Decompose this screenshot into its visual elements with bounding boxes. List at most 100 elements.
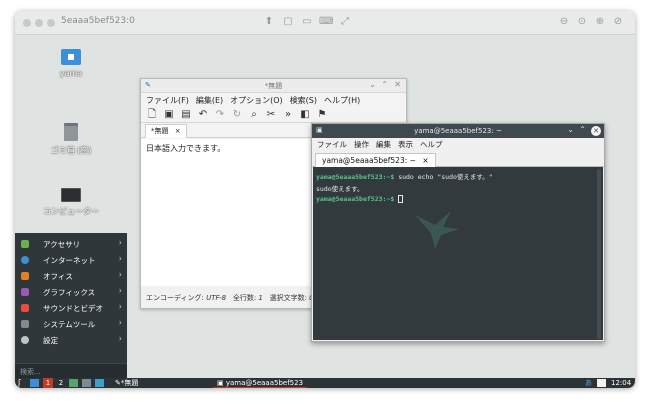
notification-icon[interactable]	[597, 379, 606, 387]
terminal-cursor	[398, 195, 404, 203]
minimize-traffic-light[interactable]	[35, 19, 43, 27]
start-menu: アクセサリ › インターネット › オフィス › グラフィックス › サウンドと…	[15, 233, 127, 378]
menu-category-graphics[interactable]: グラフィックス ›	[15, 284, 127, 300]
start-menu-icon[interactable]: ʃ	[18, 378, 21, 388]
bookmark-icon[interactable]: ⚑	[316, 109, 328, 121]
chevron-right-icon: ›	[118, 302, 122, 311]
task-editor[interactable]: ✎*無題	[115, 378, 138, 388]
menu-help[interactable]: ヘルプ	[420, 139, 443, 150]
menu-options[interactable]: オプション(O)	[230, 95, 283, 106]
editor-launcher-icon[interactable]	[95, 379, 104, 387]
zoom-reset-icon[interactable]: ⊘	[611, 15, 625, 29]
zoom-traffic-light[interactable]	[47, 19, 55, 27]
menu-category-sound-video[interactable]: サウンドとビデオ ›	[15, 300, 127, 316]
menu-category-label: オフィス	[43, 272, 73, 281]
tab-close-icon[interactable]: ×	[422, 156, 428, 165]
desktop-icon-label: yama	[59, 69, 83, 78]
replace-icon[interactable]: ✂	[265, 109, 277, 121]
graphics-icon	[21, 288, 29, 296]
system-tools-icon	[21, 320, 29, 328]
zoom-in-icon[interactable]: ⊕	[593, 15, 607, 29]
menu-search[interactable]: 検索(S)	[290, 95, 317, 106]
clock[interactable]: 12:04	[611, 378, 631, 388]
menu-category-label: サウンドとビデオ	[43, 304, 103, 313]
ime-indicator[interactable]: あ	[585, 378, 592, 388]
close-traffic-light[interactable]	[23, 19, 31, 27]
terminal-titlebar[interactable]: ▣ yama@5eaaa5bef523: ~ ⌄ ⌃ ✕	[312, 124, 604, 138]
internet-icon	[21, 256, 29, 264]
new-file-icon[interactable]: 🗋	[146, 109, 158, 121]
menu-edit[interactable]: 編集(E)	[196, 95, 223, 106]
show-desktop-icon[interactable]	[30, 379, 39, 387]
menu-category-internet[interactable]: インターネット ›	[15, 252, 127, 268]
chevron-right-icon: ›	[118, 254, 122, 263]
keyboard-icon[interactable]: ⌨	[319, 15, 333, 29]
chevron-right-icon: ›	[118, 270, 122, 279]
menu-category-office[interactable]: オフィス ›	[15, 268, 127, 284]
clipboard-icon[interactable]: ▢	[281, 15, 295, 29]
accessories-icon	[21, 240, 29, 248]
terminal-launcher-icon[interactable]	[82, 379, 91, 387]
reload-icon[interactable]: ↻	[231, 109, 243, 121]
editor-tab[interactable]: *無題 ×	[145, 124, 187, 138]
redo-icon[interactable]: ↷	[214, 109, 226, 121]
selection-label: 選択文字数:	[269, 294, 307, 302]
search-icon[interactable]: ⌕	[248, 109, 260, 121]
menu-file[interactable]: ファイル	[317, 139, 347, 150]
terminal-prompt: yama@5eaaa5bef523:~$	[316, 173, 395, 181]
maximize-icon[interactable]: ⌃	[579, 125, 586, 134]
screen-icon[interactable]: ▭	[300, 15, 314, 29]
undo-icon[interactable]: ↶	[197, 109, 209, 121]
menu-view[interactable]: 表示	[398, 139, 413, 150]
menu-category-label: 設定	[43, 336, 58, 345]
menu-search-input[interactable]: 検索...	[15, 363, 127, 378]
share-icon[interactable]: ⬆	[262, 15, 276, 29]
workspace-2-button[interactable]: 2	[56, 378, 66, 388]
lines-label: 全行数:	[232, 294, 257, 302]
encoding-value: UTF-8	[206, 294, 227, 302]
editor-title: *無題	[264, 82, 283, 90]
workspace-1-button[interactable]: 1	[43, 378, 53, 388]
desktop-icon-computer[interactable]: コンピューター	[26, 188, 116, 217]
open-folder-icon[interactable]: ▣	[163, 109, 175, 121]
menu-file[interactable]: ファイル(F)	[146, 95, 189, 106]
taskbar: ʃ 1 2 ✎*無題 ▣ yama@5eaaa5bef523 あ 12:04	[15, 378, 635, 388]
terminal-prompt: yama@5eaaa5bef523:~$	[316, 195, 395, 203]
terminal-output[interactable]: yama@5eaaa5bef523:~$ sudo echo "sudo使えます…	[313, 167, 603, 340]
menu-category-settings[interactable]: 設定 ›	[15, 332, 127, 348]
terminal-line: yama@5eaaa5bef523:~$ sudo echo "sudo使えます…	[316, 171, 493, 181]
settings-icon	[21, 336, 29, 344]
tab-close-icon[interactable]: ×	[175, 127, 181, 135]
desktop-icon-label: コンピューター	[43, 207, 99, 216]
zoom-out-icon[interactable]: ⊖	[557, 15, 571, 29]
terminal-tab-label: yama@5eaaa5bef523: ~	[322, 156, 416, 165]
close-icon[interactable]: ✕	[591, 126, 601, 136]
editor-toolbar: 🗋 ▣ ▤ ↶ ↷ ↻ ⌕ ✂ » ◧ ⚑	[141, 107, 406, 123]
minimize-icon[interactable]: ⌄	[369, 80, 376, 89]
desktop-icon-home[interactable]: yama	[26, 49, 116, 78]
desktop-icon-label: ゴミ箱 (空)	[50, 146, 92, 155]
menu-help[interactable]: ヘルプ(H)	[324, 95, 360, 106]
vnc-title: 5eaaa5bef523:0	[61, 16, 135, 26]
editor-titlebar[interactable]: ✎ *無題 ⌄ ⌃ ✕	[141, 79, 406, 93]
sidebar-toggle-icon[interactable]: ◧	[299, 109, 311, 121]
menu-category-system-tools[interactable]: システムツール ›	[15, 316, 127, 332]
menu-edit[interactable]: 編集	[376, 139, 391, 150]
maximize-icon[interactable]: ⌃	[381, 80, 388, 89]
close-icon[interactable]: ✕	[394, 80, 401, 89]
task-terminal[interactable]: ▣ yama@5eaaa5bef523	[213, 378, 308, 388]
menu-category-accessories[interactable]: アクセサリ ›	[15, 236, 127, 252]
desktop-icon-trash[interactable]: ゴミ箱 (空)	[26, 123, 116, 156]
chevron-right-icon: ›	[118, 286, 122, 295]
save-icon[interactable]: ▤	[180, 109, 192, 121]
jump-icon[interactable]: »	[282, 109, 294, 121]
terminal-scrollbar[interactable]	[597, 169, 601, 339]
terminal-tab[interactable]: yama@5eaaa5bef523: ~ ×	[315, 153, 436, 167]
fullscreen-icon[interactable]: ⤢	[338, 15, 352, 29]
file-manager-icon[interactable]	[69, 379, 78, 387]
chevron-right-icon: ›	[118, 238, 122, 247]
editor-content: 日本語入力できます。	[146, 144, 226, 153]
menu-actions[interactable]: 操作	[354, 139, 369, 150]
minimize-icon[interactable]: ⌄	[567, 125, 574, 134]
zoom-fit-icon[interactable]: ⊙	[575, 15, 589, 29]
